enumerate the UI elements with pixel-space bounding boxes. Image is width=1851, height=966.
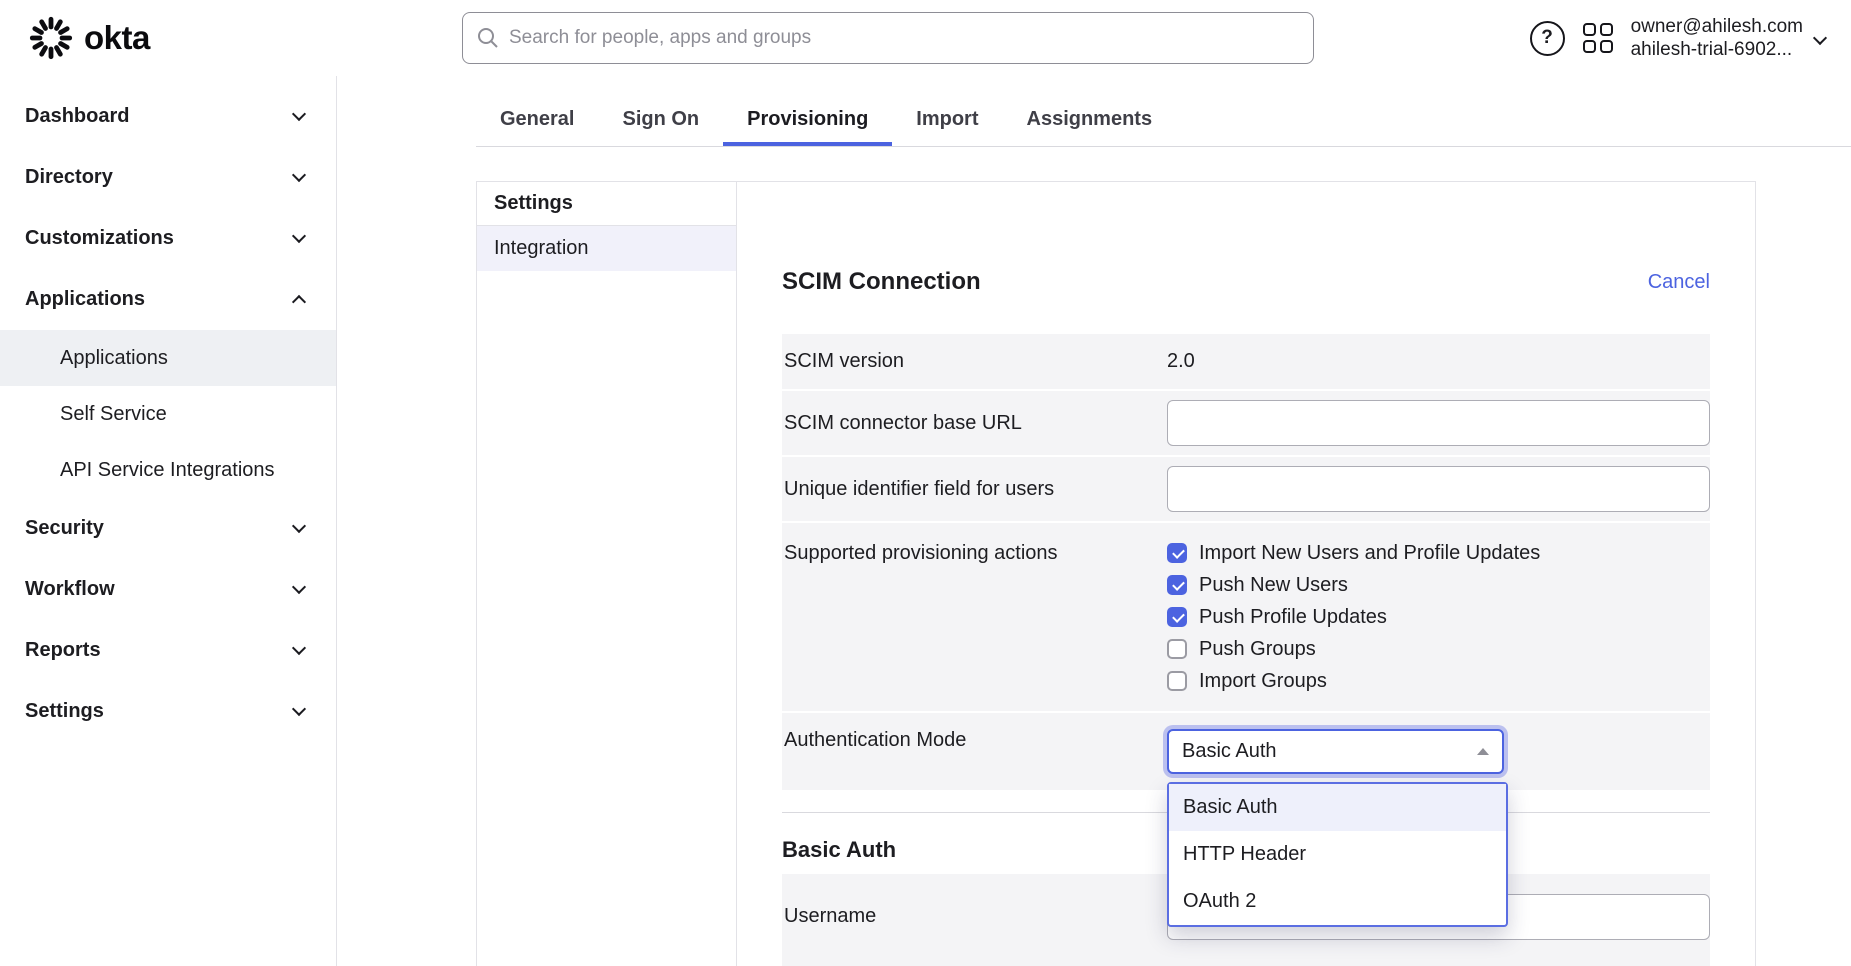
help-icon[interactable]: ? [1530,21,1565,56]
chevron-down-icon [292,641,306,655]
scim-connection-form: SCIM Connection Cancel SCIM version 2.0 … [737,182,1755,966]
chevron-down-icon [292,702,306,716]
tab-import[interactable]: Import [892,94,1002,146]
chevron-down-icon [1813,31,1827,45]
app-tabs: General Sign On Provisioning Import Assi… [476,94,1851,147]
search-input[interactable] [462,12,1314,64]
chevron-down-icon [292,107,306,121]
checkbox-icon[interactable] [1167,639,1187,659]
settings-subnav: Settings Integration [477,182,737,966]
authentication-mode-select[interactable]: Basic Auth [1167,729,1504,774]
cancel-button[interactable]: Cancel [1648,271,1710,294]
chevron-down-icon [292,229,306,243]
sidebar-item-customizations[interactable]: Customizations [0,208,336,269]
okta-aura-icon [28,15,74,61]
sidebar-subitem-api-service-integrations[interactable]: API Service Integrations [0,442,336,498]
sidebar-subitem-self-service[interactable]: Self Service [0,386,336,442]
row-base-url: SCIM connector base URL [782,391,1710,455]
sidebar-subitem-label: API Service Integrations [60,459,275,482]
provisioning-panel: Settings Integration SCIM Connection Can… [476,181,1756,966]
apps-grid-icon[interactable] [1583,23,1613,53]
sidebar-item-workflow[interactable]: Workflow [0,559,336,620]
global-search [462,12,1314,64]
checkbox-push-groups[interactable]: Push Groups [1167,633,1710,665]
sidebar-item-directory[interactable]: Directory [0,147,336,208]
field-label: SCIM version [782,350,1167,373]
authentication-mode-dropdown: Basic Auth HTTP Header OAuth 2 [1167,782,1508,927]
caret-up-icon [1477,748,1489,755]
row-authentication-mode: Authentication Mode Basic Auth Basic Aut… [782,713,1710,790]
account-email: owner@ahilesh.com [1631,15,1803,38]
tab-assignments[interactable]: Assignments [1003,94,1177,146]
dropdown-option-basic-auth[interactable]: Basic Auth [1169,784,1506,831]
search-icon [476,26,500,55]
checkbox-icon[interactable] [1167,543,1187,563]
sidebar-item-dashboard[interactable]: Dashboard [0,86,336,147]
account-text: owner@ahilesh.com ahilesh-trial-6902... [1631,15,1803,61]
checkbox-label: Push Groups [1199,638,1316,661]
chevron-up-icon [292,295,306,309]
row-provisioning-actions: Supported provisioning actions Import Ne… [782,523,1710,711]
sidebar-item-label: Dashboard [25,105,129,128]
base-url-input[interactable] [1167,400,1710,446]
sidebar-subitem-label: Applications [60,347,168,370]
account-menu[interactable]: owner@ahilesh.com ahilesh-trial-6902... [1631,15,1825,61]
sidebar-item-label: Workflow [25,578,115,601]
row-scim-version: SCIM version 2.0 [782,334,1710,389]
okta-wordmark: okta [84,19,150,57]
checkbox-icon[interactable] [1167,671,1187,691]
sidebar-item-label: Applications [25,288,145,311]
field-label: Authentication Mode [782,729,1167,774]
sidebar-subitem-applications[interactable]: Applications [0,330,336,386]
checkbox-import-groups[interactable]: Import Groups [1167,665,1710,697]
sidebar-item-label: Settings [25,700,104,723]
tab-provisioning[interactable]: Provisioning [723,94,892,146]
tab-general[interactable]: General [476,94,598,146]
checkbox-icon[interactable] [1167,575,1187,595]
checkbox-label: Import Groups [1199,670,1327,693]
checkbox-icon[interactable] [1167,607,1187,627]
checkbox-push-profile-updates[interactable]: Push Profile Updates [1167,601,1710,633]
row-unique-identifier: Unique identifier field for users [782,457,1710,521]
checkbox-label: Push New Users [1199,574,1348,597]
subnav-header: Settings [477,182,736,226]
subnav-item-integration[interactable]: Integration [477,226,736,271]
dropdown-option-http-header[interactable]: HTTP Header [1169,831,1506,878]
scim-version-value: 2.0 [1167,350,1710,373]
topbar: okta ? owner@ahilesh.com ahilesh-trial-6… [0,0,1851,76]
checkbox-label: Push Profile Updates [1199,606,1387,629]
sidebar-item-label: Security [25,517,104,540]
page-title: SCIM Connection [782,268,981,296]
sidebar: Dashboard Directory Customizations Appli… [0,76,337,966]
chevron-down-icon [292,580,306,594]
sidebar-item-label: Directory [25,166,113,189]
sidebar-item-security[interactable]: Security [0,498,336,559]
sidebar-item-label: Customizations [25,227,174,250]
account-org: ahilesh-trial-6902... [1631,38,1803,61]
unique-identifier-input[interactable] [1167,466,1710,512]
field-label: Supported provisioning actions [782,537,1167,569]
sidebar-item-label: Reports [25,639,101,662]
checkbox-label: Import New Users and Profile Updates [1199,542,1540,565]
checkbox-push-new-users[interactable]: Push New Users [1167,569,1710,601]
tab-sign-on[interactable]: Sign On [598,94,723,146]
main-content: General Sign On Provisioning Import Assi… [337,76,1851,966]
sidebar-item-settings[interactable]: Settings [0,681,336,742]
okta-logo[interactable]: okta [28,15,462,61]
chevron-down-icon [292,168,306,182]
sidebar-item-reports[interactable]: Reports [0,620,336,681]
sidebar-item-applications[interactable]: Applications [0,269,336,330]
field-label: SCIM connector base URL [782,412,1167,435]
chevron-down-icon [292,519,306,533]
select-value: Basic Auth [1182,740,1277,763]
checkbox-import-new-users[interactable]: Import New Users and Profile Updates [1167,537,1710,569]
sidebar-subitem-label: Self Service [60,403,167,426]
field-label: Username [782,905,1167,928]
dropdown-option-oauth2[interactable]: OAuth 2 [1169,878,1506,925]
field-label: Unique identifier field for users [782,478,1167,501]
